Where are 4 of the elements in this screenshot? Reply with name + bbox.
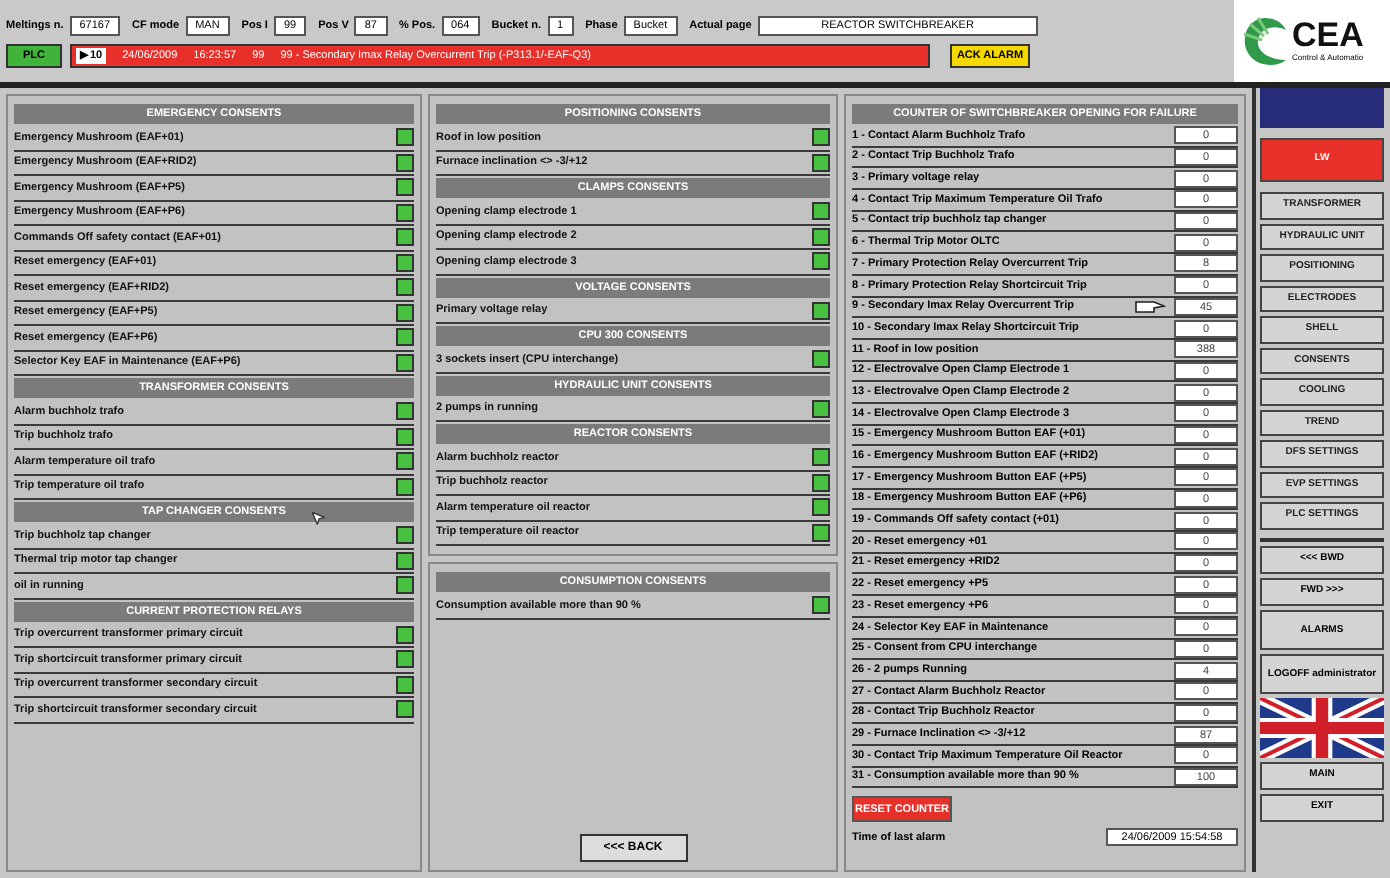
flag-icon[interactable] [1260,697,1384,757]
logo-text: CEA [1292,18,1364,52]
mouse-pointer-icon [310,510,326,526]
nav-header-bar [1260,88,1384,128]
